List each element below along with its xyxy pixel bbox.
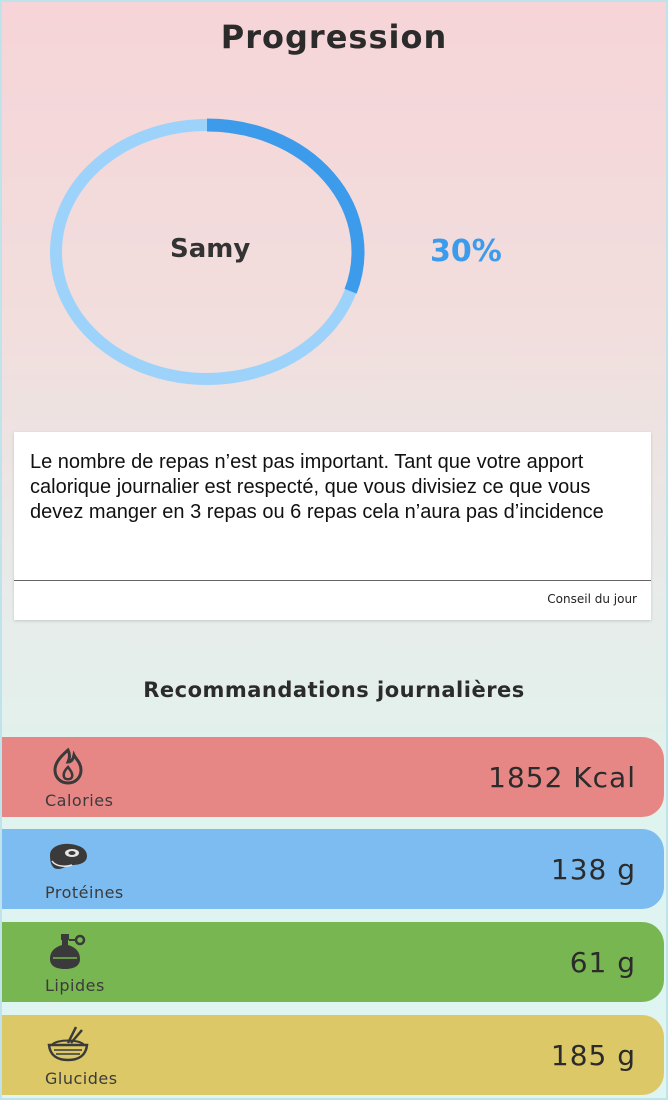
progress-percent: 30% bbox=[430, 234, 502, 269]
nutrient-label: Glucides bbox=[45, 1069, 118, 1088]
flame-icon bbox=[53, 747, 83, 785]
nutrient-value: 138 g bbox=[550, 853, 636, 886]
page-title: Progression bbox=[220, 18, 448, 56]
rice-bowl-icon bbox=[47, 1026, 89, 1062]
tip-footer-label: Conseil du jour bbox=[547, 592, 637, 606]
nutrient-row-proteines[interactable]: Protéines 138 g bbox=[2, 829, 664, 909]
nutrient-value: 1852 Kcal bbox=[488, 761, 636, 794]
nutrient-label: Lipides bbox=[45, 976, 105, 995]
nutrient-row-glucides[interactable]: Glucides 185 g bbox=[2, 1015, 664, 1095]
steak-icon bbox=[50, 843, 87, 869]
nutrient-row-lipides[interactable]: Lipides 61 g bbox=[2, 922, 664, 1002]
progress-ring-fill bbox=[206, 118, 365, 294]
nutrient-value: 185 g bbox=[550, 1039, 636, 1072]
progress-ring bbox=[50, 118, 365, 385]
nutrient-label: Calories bbox=[45, 791, 114, 810]
tip-divider bbox=[14, 580, 651, 581]
tip-text: Le nombre de repas n’est pas important. … bbox=[30, 451, 604, 523]
recommendations-title: Recommandations journalières bbox=[143, 678, 525, 702]
tip-card: Le nombre de repas n’est pas important. … bbox=[14, 432, 651, 620]
oil-bottle-icon bbox=[50, 934, 86, 969]
nutrient-value: 61 g bbox=[569, 946, 636, 979]
nutrient-label: Protéines bbox=[45, 883, 124, 902]
nutrient-row-calories[interactable]: Calories 1852 Kcal bbox=[2, 737, 664, 817]
